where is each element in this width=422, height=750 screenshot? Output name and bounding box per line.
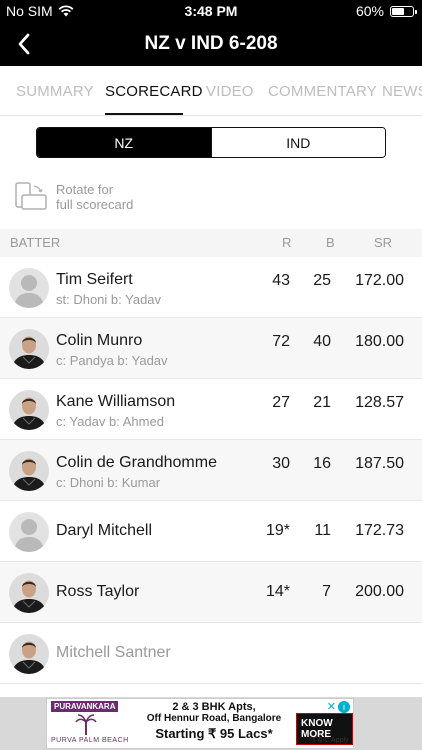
ad-creative[interactable]: PURAVANKARA PURVA PALM BEACH 2 & 3 BHK A… — [46, 698, 354, 749]
runs-value: 43 — [272, 272, 290, 289]
strike-rate-value: 187.50 — [355, 455, 404, 472]
status-right: 60% — [355, 3, 417, 19]
balls-value: 21 — [313, 394, 331, 411]
runs-value: 14* — [265, 583, 290, 600]
rotate-hint-line1: Rotate for — [56, 182, 114, 197]
ad-close-icon[interactable]: ✕ — [327, 700, 336, 713]
batter-name: Tim Seifert — [56, 271, 133, 288]
batting-table: Tim Seifert st: Dhoni b: Yadav 43 25 172.00 C… — [0, 257, 422, 684]
strike-rate-value: 200.00 — [355, 583, 404, 600]
strike-rate-value: 128.57 — [355, 394, 404, 411]
runs-value: 72 — [272, 333, 290, 350]
ad-banner: PURAVANKARA PURVA PALM BEACH 2 & 3 BHK A… — [0, 697, 422, 750]
balls-value: 11 — [314, 522, 331, 539]
batter-row[interactable]: Daryl Mitchell 19* 11 172.73 — [0, 501, 422, 562]
battery-icon — [390, 5, 417, 17]
strike-rate-value: 172.00 — [355, 272, 404, 289]
ad-location: Off Hennur Road, Bangalore — [146, 713, 282, 724]
nav-bar: NZ v IND 6-208 — [0, 22, 422, 66]
balls-value: 16 — [313, 455, 331, 472]
strike-rate-value: 172.73 — [355, 522, 404, 539]
player-photo — [9, 390, 49, 430]
player-photo — [9, 573, 49, 613]
ad-price: Starting ₹ 95 Lacs* — [155, 726, 273, 741]
player-photo — [9, 451, 49, 491]
status-bar: No SIM 3:48 PM 60% — [0, 0, 422, 22]
dismissal-text: c: Dhoni b: Kumar — [56, 475, 161, 490]
header-batter: BATTER — [10, 235, 61, 250]
batter-name: Colin de Grandhomme — [56, 454, 217, 471]
batter-row[interactable]: Kane Williamson c: Yadav b: Ahmed 27 21 128.… — [0, 379, 422, 440]
tab-summary[interactable]: SUMMARY — [16, 83, 94, 100]
ad-headline: 2 & 3 BHK Apts, — [172, 701, 256, 713]
rotate-device-icon — [15, 182, 47, 210]
match-title: NZ v IND 6-208 — [144, 33, 278, 54]
runs-value: 19* — [265, 522, 290, 539]
rotate-hint-text: Rotate for full scorecard — [56, 182, 133, 212]
rotate-hint-line2: full scorecard — [56, 197, 134, 212]
player-photo — [9, 634, 49, 674]
batter-row[interactable]: Tim Seifert st: Dhoni b: Yadav 43 25 172.00 — [0, 257, 422, 318]
palm-tree-icon — [75, 714, 97, 735]
team-option-nz[interactable]: NZ — [37, 128, 211, 157]
active-tab-indicator — [105, 113, 183, 115]
header-runs: R — [282, 235, 292, 250]
runs-value: 30 — [272, 455, 290, 472]
ad-terms: *T & C Apply — [309, 737, 349, 744]
dismissal-text: c: Pandya b: Yadav — [56, 353, 168, 368]
tab-video[interactable]: VIDEO — [206, 83, 254, 100]
batter-name: Kane Williamson — [56, 393, 176, 410]
batting-table-header: BATTER R B SR — [0, 229, 422, 257]
player-photo — [9, 329, 49, 369]
player-placeholder-icon — [9, 512, 49, 552]
tab-commentary[interactable]: COMMENTARY — [268, 83, 377, 100]
runs-value: 27 — [272, 394, 290, 411]
batter-row[interactable]: Ross Taylor 14* 7 200.00 — [0, 562, 422, 623]
batter-row[interactable]: Colin de Grandhomme c: Dhoni b: Kumar 30 16… — [0, 440, 422, 501]
player-placeholder-icon — [9, 268, 49, 308]
dismissal-text: c: Yadav b: Ahmed — [56, 414, 164, 429]
balls-value: 25 — [313, 272, 331, 289]
batter-row[interactable]: Colin Munro c: Pandya b: Yadav 72 40 180.00 — [0, 318, 422, 379]
ad-brand: PURAVANKARA — [51, 701, 119, 712]
ad-info-icon[interactable]: i — [338, 701, 350, 713]
batter-name: Ross Taylor — [56, 583, 140, 600]
balls-value: 40 — [313, 333, 331, 350]
dismissal-text: st: Dhoni b: Yadav — [56, 292, 162, 307]
batter-name: Mitchell Santner — [56, 644, 171, 661]
rotate-hint: Rotate for full scorecard — [14, 182, 133, 216]
team-option-ind[interactable]: IND — [210, 128, 385, 157]
batter-name: Colin Munro — [56, 332, 143, 349]
batter-row[interactable]: Mitchell Santner — [0, 623, 422, 684]
tab-news[interactable]: NEWS — [382, 83, 422, 100]
tab-bar: SUMMARY SCORECARD VIDEO COMMENTARY NEWS — [0, 66, 422, 116]
battery-percent: 60% — [355, 3, 384, 19]
header-strike-rate: SR — [374, 235, 393, 250]
header-balls: B — [326, 235, 335, 250]
tab-scorecard[interactable]: SCORECARD — [105, 83, 203, 100]
strike-rate-value: 180.00 — [355, 333, 404, 350]
ad-project: PURVA PALM BEACH — [51, 737, 129, 744]
team-toggle: NZ IND — [36, 127, 386, 158]
batter-name: Daryl Mitchell — [56, 522, 153, 539]
balls-value: 7 — [322, 583, 331, 600]
